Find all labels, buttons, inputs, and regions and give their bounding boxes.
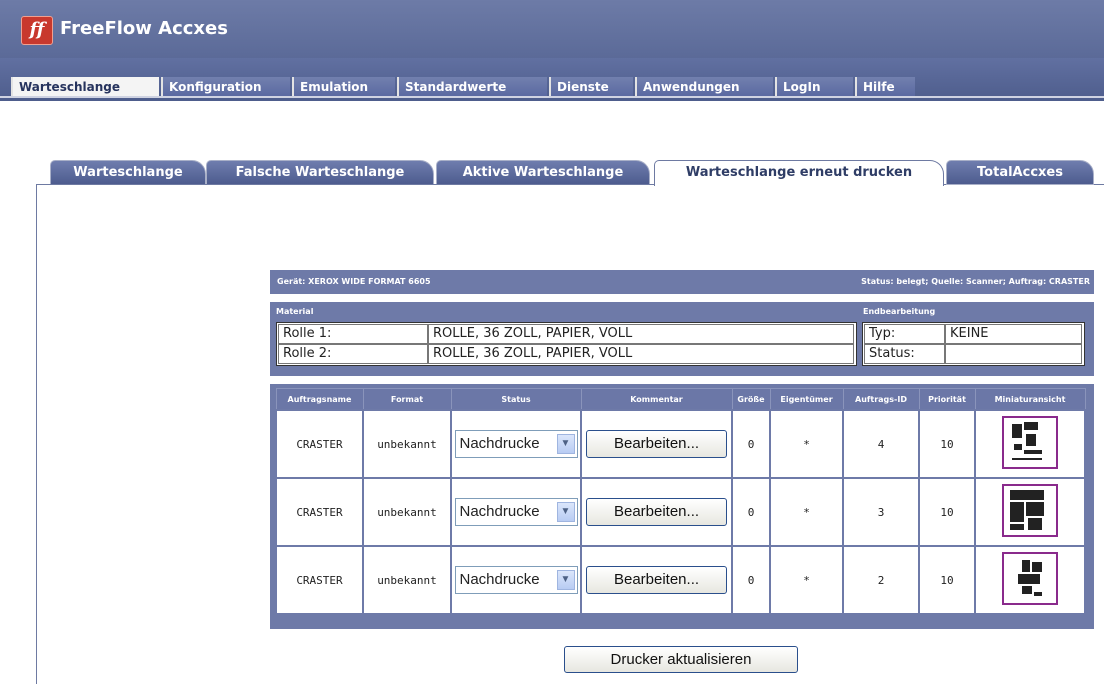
main-menu-bar: Warteschlange Konfiguration Emulation St… (0, 58, 1104, 101)
tab-warteschlange[interactable]: Warteschlange (50, 160, 206, 185)
menu-warteschlange[interactable]: Warteschlange (11, 77, 159, 98)
menu-emulation[interactable]: Emulation (292, 77, 395, 98)
job-thumbnail-cell (974, 477, 1086, 547)
column-header-format[interactable]: Format (362, 388, 452, 411)
job-id: 3 (842, 477, 920, 547)
job-name: CRASTER (275, 545, 364, 615)
status-select[interactable]: Nachdrucke ▼ (454, 430, 578, 458)
job-id: 2 (842, 545, 920, 615)
job-owner: * (769, 545, 844, 615)
edit-comment-button[interactable]: Bearbeiten... (586, 430, 727, 458)
jobs-header-row: Auftragsname Format Status Kommentar Grö… (275, 388, 1086, 411)
table-row: CRASTER unbekannt Nachdrucke ▼ Bearbeiten… (275, 409, 1086, 479)
refresh-printer-button[interactable]: Drucker aktualisieren (564, 646, 798, 673)
status-select-value: Nachdrucke (459, 435, 540, 452)
job-owner: * (769, 409, 844, 479)
job-status-cell: Nachdrucke ▼ (450, 477, 582, 547)
status-select-value: Nachdrucke (459, 503, 540, 520)
menu-konfiguration[interactable]: Konfiguration (161, 77, 290, 98)
app-header: ff FreeFlow Accxes (0, 0, 1104, 58)
column-header-priority[interactable]: Priorität (918, 388, 976, 411)
freeflow-logo-icon: ff (21, 16, 53, 45)
job-thumbnail-cell (974, 409, 1086, 479)
job-comment-cell: Bearbeiten... (580, 409, 733, 479)
table-row: CRASTER unbekannt Nachdrucke ▼ Bearbeiten… (275, 477, 1086, 547)
table-row: CRASTER unbekannt Nachdrucke ▼ Bearbeiten… (275, 545, 1086, 615)
column-header-thumbnail: Miniaturansicht (974, 388, 1086, 411)
thumbnail-image[interactable] (1002, 484, 1058, 537)
material-row-1-value: ROLLE, 36 ZOLL, PAPIER, VOLL (428, 324, 854, 344)
thumbnail-image[interactable] (1002, 552, 1058, 605)
status-select-value: Nachdrucke (459, 571, 540, 588)
job-priority: 10 (918, 477, 976, 547)
job-thumbnail-cell (974, 545, 1086, 615)
status-select[interactable]: Nachdrucke ▼ (454, 566, 578, 594)
menu-anwendungen[interactable]: Anwendungen (635, 77, 773, 98)
finishing-status-label: Status: (864, 344, 945, 364)
tab-aktive-warteschlange[interactable]: Aktive Warteschlange (436, 160, 650, 185)
status-select[interactable]: Nachdrucke ▼ (454, 498, 578, 526)
chevron-down-icon[interactable]: ▼ (556, 434, 575, 454)
material-row-1-name: Rolle 1: (278, 324, 428, 344)
menu-divider (0, 96, 1104, 98)
finishing-type-value: KEINE (945, 324, 1082, 344)
column-header-owner[interactable]: Eigentümer (769, 388, 844, 411)
material-heading: Material (276, 307, 314, 316)
job-priority: 10 (918, 409, 976, 479)
job-comment-cell: Bearbeiten... (580, 545, 733, 615)
device-status-bar: Gerät: XEROX WIDE FORMAT 6605 Status: be… (270, 270, 1094, 294)
job-size: 0 (731, 409, 771, 479)
menu-dienste[interactable]: Dienste (549, 77, 633, 98)
finishing-heading: Endbearbeitung (863, 307, 936, 316)
column-header-name[interactable]: Auftragsname (275, 388, 364, 411)
material-panel: Material Endbearbeitung Rolle 1: ROLLE, … (270, 302, 1094, 376)
job-name: CRASTER (275, 409, 364, 479)
column-header-size[interactable]: Größe (731, 388, 771, 411)
device-name: Gerät: XEROX WIDE FORMAT 6605 (277, 277, 431, 286)
finishing-status-value (945, 344, 1082, 364)
job-size: 0 (731, 477, 771, 547)
column-header-status[interactable]: Status (450, 388, 582, 411)
job-format: unbekannt (362, 409, 452, 479)
material-row-2-value: ROLLE, 36 ZOLL, PAPIER, VOLL (428, 344, 854, 364)
edit-comment-button[interactable]: Bearbeiten... (586, 566, 727, 594)
device-status: Status: belegt; Quelle: Scanner; Auftrag… (861, 277, 1090, 286)
finishing-table: Typ: KEINE Status: (862, 322, 1085, 366)
job-id: 4 (842, 409, 920, 479)
job-status-cell: Nachdrucke ▼ (450, 545, 582, 615)
edit-comment-button[interactable]: Bearbeiten... (586, 498, 727, 526)
app-title: FreeFlow Accxes (60, 18, 228, 39)
content-frame (36, 184, 37, 684)
job-status-cell: Nachdrucke ▼ (450, 409, 582, 479)
job-format: unbekannt (362, 545, 452, 615)
finishing-type-label: Typ: (864, 324, 945, 344)
menu-hilfe[interactable]: Hilfe (855, 77, 915, 98)
chevron-down-icon[interactable]: ▼ (556, 570, 575, 590)
thumbnail-image[interactable] (1002, 416, 1058, 469)
material-row-2-name: Rolle 2: (278, 344, 428, 364)
job-name: CRASTER (275, 477, 364, 547)
menu-standardwerte[interactable]: Standardwerte (397, 77, 547, 98)
material-table: Rolle 1: ROLLE, 36 ZOLL, PAPIER, VOLL Ro… (276, 322, 857, 366)
job-owner: * (769, 477, 844, 547)
tab-falsche-warteschlange[interactable]: Falsche Warteschlange (206, 160, 434, 185)
menu-login[interactable]: LogIn (775, 77, 853, 98)
tab-totalaccxes[interactable]: TotalAccxes (946, 160, 1094, 185)
tab-warteschlange-erneut-drucken[interactable]: Warteschlange erneut drucken (654, 160, 944, 186)
job-format: unbekannt (362, 477, 452, 547)
job-size: 0 (731, 545, 771, 615)
job-priority: 10 (918, 545, 976, 615)
column-header-job-id[interactable]: Auftrags-ID (842, 388, 920, 411)
jobs-table: Auftragsname Format Status Kommentar Grö… (275, 388, 1086, 615)
chevron-down-icon[interactable]: ▼ (556, 502, 575, 522)
column-header-comment[interactable]: Kommentar (580, 388, 733, 411)
job-comment-cell: Bearbeiten... (580, 477, 733, 547)
